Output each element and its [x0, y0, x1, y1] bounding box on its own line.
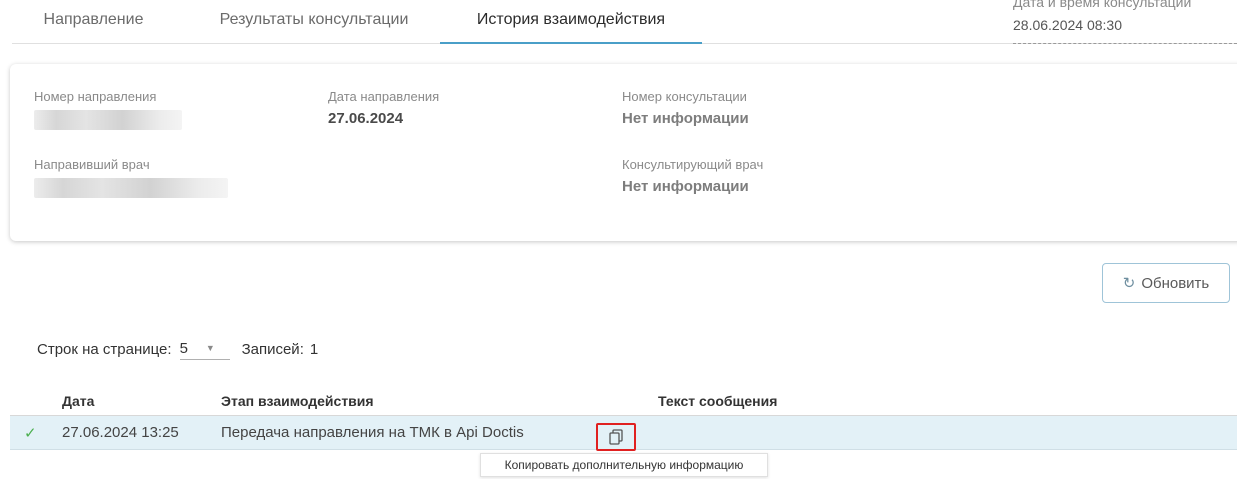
refresh-button[interactable]: ↻ Обновить: [1102, 263, 1230, 303]
referral-date-label: Дата направления: [328, 89, 440, 104]
referral-info-card: Номер направления Дата направления 27.06…: [10, 64, 1237, 241]
tab-interaction-history[interactable]: История взаимодействия: [440, 0, 702, 44]
rows-per-page-value: 5: [179, 340, 188, 357]
referral-number-label: Номер направления: [34, 89, 157, 104]
tab-referral[interactable]: Направление: [12, 0, 175, 44]
chevron-down-icon: ▼: [205, 343, 215, 353]
records-count: 1: [309, 340, 319, 358]
success-check-icon: ✓: [24, 425, 37, 442]
header-date[interactable]: Дата: [62, 393, 94, 409]
copy-info-button[interactable]: [596, 423, 636, 451]
records-label: Записей:: [241, 340, 304, 358]
consulting-doctor-field: Консультирующий врач Нет информации: [622, 157, 763, 195]
consulting-doctor-label: Консультирующий врач: [622, 157, 764, 172]
header-message[interactable]: Текст сообщения: [658, 393, 777, 409]
copy-icon: [607, 428, 625, 446]
consulting-doctor-value: Нет информации: [622, 178, 749, 195]
pagination: Строк на странице: 5 ▼ Записей: 1: [37, 338, 318, 360]
table-header: Дата Этап взаимодействия Текст сообщения: [10, 385, 1237, 416]
consultation-datetime-field[interactable]: Дата и время консультации 28.06.2024 08:…: [1013, 0, 1237, 44]
referral-number-redacted: [34, 110, 182, 130]
consultation-number-label: Номер консультации: [622, 89, 747, 104]
refresh-icon: ↻: [1122, 275, 1136, 292]
copy-tooltip: Копировать дополнительную информацию: [480, 453, 768, 477]
consultation-datetime-label: Дата и время консультации: [1013, 0, 1192, 10]
referral-date-field: Дата направления 27.06.2024: [328, 89, 439, 127]
consultation-number-value: Нет информации: [622, 110, 749, 127]
tab-consultation-results[interactable]: Результаты консультации: [188, 0, 440, 44]
referring-doctor-field: Направивший врач: [34, 157, 228, 203]
consultation-datetime-value: 28.06.2024 08:30: [1013, 17, 1122, 33]
refresh-label: Обновить: [1141, 274, 1210, 292]
referral-date-value: 27.06.2024: [328, 110, 404, 127]
rows-per-page-label: Строк на странице:: [37, 340, 172, 358]
referral-number-field: Номер направления: [34, 89, 182, 135]
referring-doctor-redacted: [34, 178, 228, 198]
row-stage: Передача направления на ТМК в Api Doctis: [221, 424, 524, 441]
consultation-number-field: Номер консультации Нет информации: [622, 89, 749, 127]
header-stage[interactable]: Этап взаимодействия: [221, 393, 374, 409]
rows-per-page-select[interactable]: 5 ▼: [179, 338, 230, 360]
referring-doctor-label: Направивший врач: [34, 157, 150, 172]
row-date: 27.06.2024 13:25: [62, 424, 179, 441]
